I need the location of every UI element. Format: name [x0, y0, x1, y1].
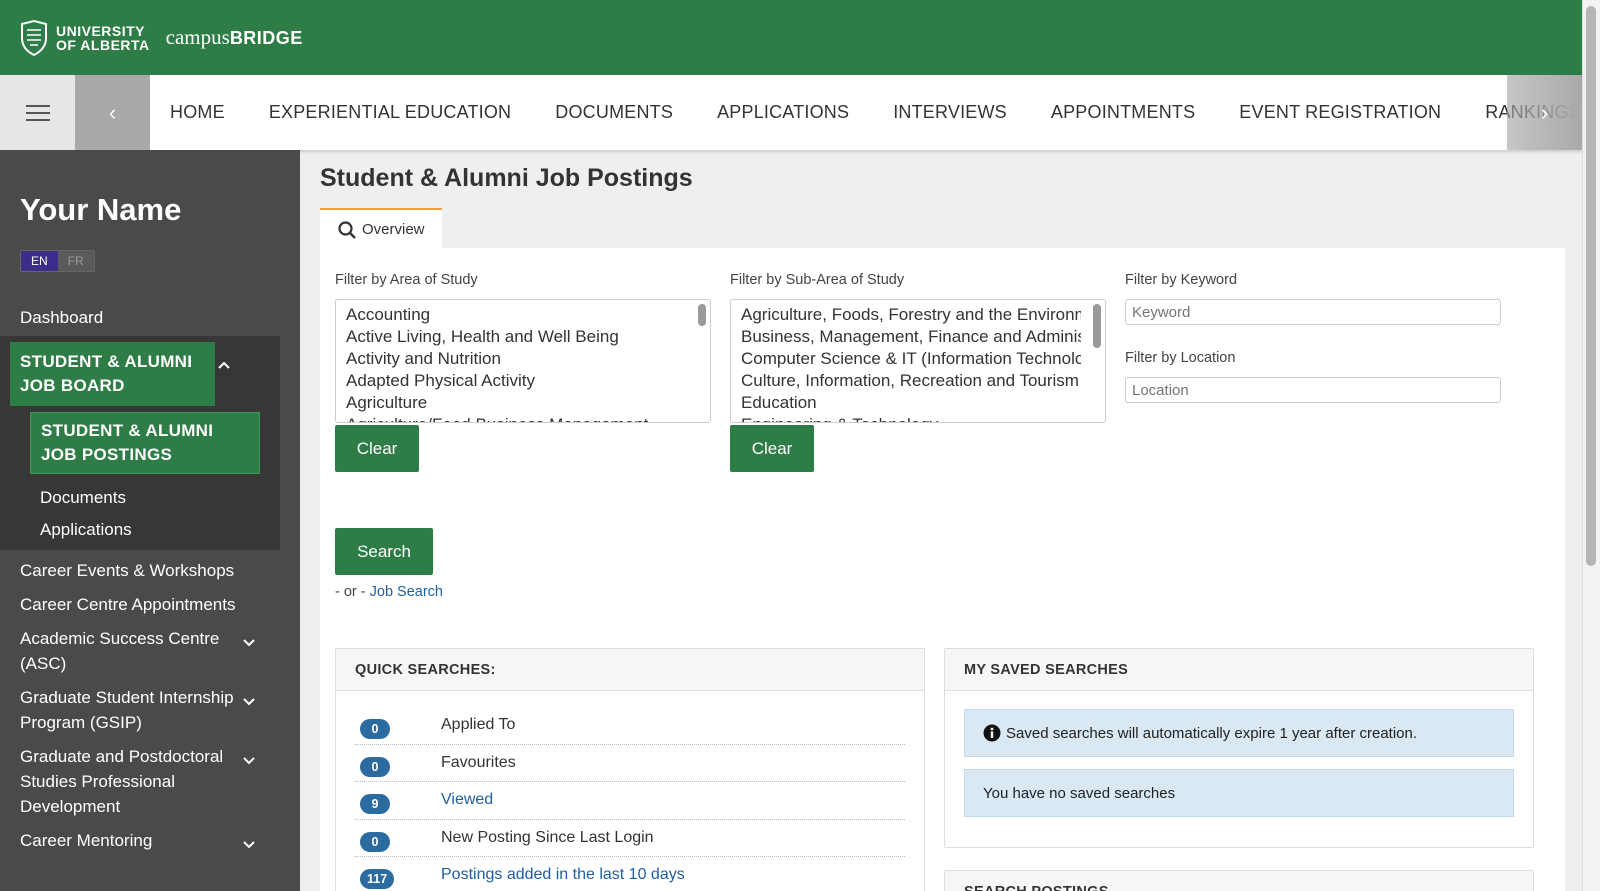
listbox-scrollbar[interactable]	[698, 304, 706, 326]
count-badge: 0	[360, 719, 390, 739]
chevron-down-icon	[243, 630, 255, 655]
quick-searches-panel: QUICK SEARCHES: 0 Applied To 0 Favourite…	[335, 648, 925, 891]
nav-scroll-left-button[interactable]: ‹	[75, 75, 150, 150]
user-name: Your Name	[20, 192, 182, 227]
quick-search-link[interactable]: Viewed	[441, 791, 493, 809]
or-job-search: - or - Job Search	[335, 584, 443, 600]
clear-subarea-button[interactable]: Clear	[730, 425, 814, 472]
menu-toggle-button[interactable]	[0, 75, 75, 150]
quick-search-label[interactable]: Applied To	[441, 716, 515, 734]
hamburger-icon	[25, 104, 50, 121]
list-item[interactable]: Agriculture	[346, 392, 686, 414]
nav-scroll-right-button[interactable]: ›	[1507, 75, 1582, 150]
chevron-up-icon[interactable]	[218, 356, 230, 374]
chevron-right-icon: ›	[1540, 99, 1549, 125]
nav-documents[interactable]: DOCUMENTS	[555, 102, 673, 123]
sidebar-item-applications[interactable]: Applications	[0, 520, 280, 540]
chevron-down-icon	[243, 748, 255, 773]
table-row[interactable]: 0 Favourites	[355, 745, 905, 782]
search-postings-panel: SEARCH POSTINGS	[944, 870, 1534, 891]
count-badge: 9	[360, 794, 390, 814]
chevron-left-icon: ‹	[108, 99, 117, 125]
language-toggle: EN FR	[20, 250, 95, 272]
saved-searches-panel: MY SAVED SEARCHES Saved searches will au…	[944, 648, 1534, 848]
table-row[interactable]: 9 Viewed	[355, 782, 905, 820]
page-scrollbar-thumb[interactable]	[1586, 6, 1596, 566]
main-content: Student & Alumni Job Postings Overview F…	[300, 150, 1582, 891]
search-icon	[338, 220, 356, 239]
listbox-scrollbar[interactable]	[1093, 304, 1101, 348]
list-item[interactable]: Active Living, Health and Well Being	[346, 326, 686, 348]
list-item[interactable]: Engineering & Technology	[741, 414, 1081, 422]
job-search-link[interactable]: Job Search	[370, 584, 443, 600]
page-scrollbar[interactable]	[1582, 0, 1600, 891]
sidebar-item-gpsd[interactable]: Graduate and Postdoctoral Studies Profes…	[0, 744, 300, 819]
sidebar-item-career-appointments[interactable]: Career Centre Appointments	[0, 592, 300, 617]
no-saved-searches-message: You have no saved searches	[964, 769, 1514, 817]
info-icon	[983, 724, 1001, 742]
nav-interviews[interactable]: INTERVIEWS	[893, 102, 1007, 123]
university-shield-icon	[21, 19, 47, 56]
filter-area-label: Filter by Area of Study	[335, 272, 478, 288]
table-row[interactable]: 0 New Posting Since Last Login	[355, 820, 905, 857]
search-postings-heading: SEARCH POSTINGS	[945, 871, 1533, 891]
filter-subarea-label: Filter by Sub-Area of Study	[730, 272, 905, 288]
page-title: Student & Alumni Job Postings	[320, 164, 693, 192]
list-item[interactable]: Agriculture/Food Business Management	[346, 414, 686, 422]
university-logo-text[interactable]: UNIVERSITY OF ALBERTA	[56, 24, 150, 52]
nav-items: HOME EXPERIENTIAL EDUCATION DOCUMENTS AP…	[150, 75, 1582, 150]
table-row[interactable]: 0 Applied To	[355, 707, 905, 745]
sidebar: Your Name EN FR Dashboard STUDENT & ALUM…	[0, 150, 300, 891]
nav-experiential-education[interactable]: EXPERIENTIAL EDUCATION	[269, 102, 511, 123]
count-badge: 117	[360, 869, 395, 889]
quick-search-label[interactable]: New Posting Since Last Login	[441, 829, 654, 847]
nav-appointments[interactable]: APPOINTMENTS	[1051, 102, 1195, 123]
sidebar-item-career-mentoring[interactable]: Career Mentoring	[0, 828, 300, 853]
clear-area-button[interactable]: Clear	[335, 425, 419, 472]
filter-keyword-label: Filter by Keyword	[1125, 272, 1238, 288]
sidebar-item-job-postings[interactable]: STUDENT & ALUMNI JOB POSTINGS	[30, 412, 260, 474]
list-item[interactable]: Agriculture, Foods, Forestry and the Env…	[741, 304, 1081, 326]
quick-searches-heading: QUICK SEARCHES:	[336, 649, 924, 691]
chevron-down-icon	[243, 832, 255, 857]
tab-overview[interactable]: Overview	[320, 208, 442, 249]
list-item[interactable]: Computer Science & IT (Information Techn…	[741, 348, 1081, 370]
nav-home[interactable]: HOME	[170, 102, 225, 123]
sidebar-item-job-board[interactable]: STUDENT & ALUMNI JOB BOARD	[10, 342, 215, 406]
count-badge: 0	[360, 831, 390, 852]
count-badge: 0	[360, 756, 390, 777]
overview-panel: Filter by Area of Study Accounting Activ…	[320, 248, 1565, 891]
campusbridge-logo[interactable]: campusBRIDGE	[166, 25, 303, 50]
area-of-study-listbox[interactable]: Accounting Active Living, Health and Wel…	[335, 299, 711, 423]
list-item[interactable]: Activity and Nutrition	[346, 348, 686, 370]
saved-searches-info: Saved searches will automatically expire…	[964, 709, 1514, 757]
nav-event-registration[interactable]: EVENT REGISTRATION	[1239, 102, 1441, 123]
location-input[interactable]	[1125, 377, 1501, 403]
header-bar: UNIVERSITY OF ALBERTA campusBRIDGE	[0, 0, 1582, 75]
lang-en-button[interactable]: EN	[21, 251, 58, 271]
sub-area-listbox[interactable]: Agriculture, Foods, Forestry and the Env…	[730, 299, 1106, 423]
list-item[interactable]: Accounting	[346, 304, 686, 326]
chevron-down-icon	[243, 689, 255, 714]
sidebar-item-gsip[interactable]: Graduate Student Internship Program (GSI…	[0, 685, 300, 735]
filter-location-label: Filter by Location	[1125, 350, 1236, 366]
sidebar-job-board-group: STUDENT & ALUMNI JOB BOARD STUDENT & ALU…	[0, 336, 280, 550]
sidebar-item-career-events[interactable]: Career Events & Workshops	[0, 558, 300, 583]
nav-applications[interactable]: APPLICATIONS	[717, 102, 849, 123]
main-nav: ‹ HOME EXPERIENTIAL EDUCATION DOCUMENTS …	[0, 75, 1582, 150]
sidebar-item-documents[interactable]: Documents	[0, 488, 280, 508]
sidebar-item-asc[interactable]: Academic Success Centre (ASC)	[0, 626, 300, 676]
table-row[interactable]: 117 Postings added in the last 10 days	[355, 857, 905, 891]
list-item[interactable]: Education	[741, 392, 1081, 414]
list-item[interactable]: Adapted Physical Activity	[346, 370, 686, 392]
quick-search-link[interactable]: Postings added in the last 10 days	[441, 866, 685, 884]
search-button[interactable]: Search	[335, 528, 433, 575]
keyword-input[interactable]	[1125, 299, 1501, 325]
list-item[interactable]: Culture, Information, Recreation and Tou…	[741, 370, 1081, 392]
lang-fr-button[interactable]: FR	[58, 251, 94, 271]
saved-searches-heading: MY SAVED SEARCHES	[945, 649, 1533, 691]
quick-search-label[interactable]: Favourites	[441, 754, 516, 772]
list-item[interactable]: Business, Management, Finance and Admini…	[741, 326, 1081, 348]
sidebar-item-dashboard[interactable]: Dashboard	[0, 308, 300, 328]
